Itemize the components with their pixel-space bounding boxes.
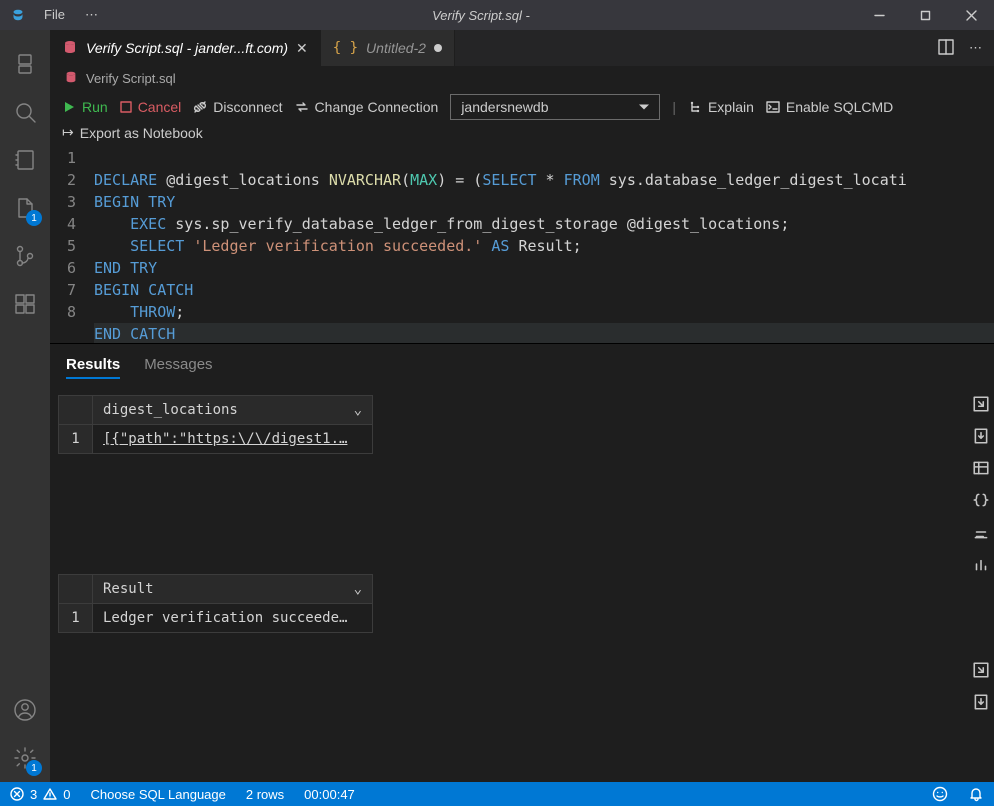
status-errors[interactable]: 3 0 bbox=[0, 787, 80, 802]
tab-untitled-2[interactable]: { } Untitled-2 bbox=[321, 30, 455, 66]
minimize-button[interactable] bbox=[856, 0, 902, 30]
title-bar: File ⋯ Verify Script.sql - bbox=[0, 0, 994, 30]
connections-icon[interactable] bbox=[0, 40, 50, 88]
tab-label: Verify Script.sql - jander...ft.com) bbox=[86, 40, 288, 56]
database-select[interactable]: jandersnewdb bbox=[450, 94, 660, 120]
dirty-dot-icon bbox=[434, 44, 442, 52]
breadcrumb: Verify Script.sql bbox=[50, 66, 994, 90]
row-number: 1 bbox=[59, 425, 93, 454]
chevron-down-icon[interactable]: ⌄ bbox=[354, 402, 362, 418]
change-connection-button[interactable]: Change Connection bbox=[295, 99, 439, 115]
settings-badge: 1 bbox=[26, 760, 42, 776]
explain-label: Explain bbox=[708, 99, 754, 115]
split-editor-icon[interactable] bbox=[937, 38, 955, 59]
activity-bar: 1 1 bbox=[0, 30, 50, 782]
tab-label: Untitled-2 bbox=[366, 40, 426, 56]
menu-more[interactable]: ⋯ bbox=[77, 3, 106, 27]
export-notebook-button[interactable]: ↦ Export as Notebook bbox=[62, 124, 203, 141]
save-excel-icon[interactable] bbox=[972, 459, 990, 477]
results-grid-1[interactable]: digest_locations⌄ 1 [{"path":"https:\/\/… bbox=[58, 395, 373, 454]
line-gutter: 1 2 3 4 5 6 7 8 bbox=[50, 147, 94, 343]
cancel-button[interactable]: Cancel bbox=[120, 99, 182, 115]
code-content[interactable]: DECLARE @digest_locations NVARCHAR(MAX) … bbox=[94, 147, 994, 343]
sql-toolbar: Run Cancel Disconnect Change Connection … bbox=[50, 90, 994, 124]
run-button[interactable]: Run bbox=[62, 99, 108, 115]
more-icon[interactable]: ⋯ bbox=[969, 40, 982, 56]
maximize-panel-icon[interactable] bbox=[972, 395, 990, 413]
table-row[interactable]: 1 [{"path":"https:\/\/digest1.… bbox=[59, 425, 373, 454]
code-editor[interactable]: 1 2 3 4 5 6 7 8 DECLARE @digest_location… bbox=[50, 147, 994, 343]
cell-value[interactable]: Ledger verification succeede… bbox=[93, 604, 373, 633]
search-icon[interactable] bbox=[0, 88, 50, 136]
row-number: 1 bbox=[59, 604, 93, 633]
save-csv-icon[interactable] bbox=[972, 693, 990, 711]
notifications-icon[interactable] bbox=[958, 786, 994, 802]
tab-verify-script[interactable]: Verify Script.sql - jander...ft.com) ✕ bbox=[50, 30, 321, 66]
column-header[interactable]: Result⌄ bbox=[93, 575, 373, 604]
column-header[interactable]: digest_locations⌄ bbox=[93, 396, 373, 425]
account-icon[interactable] bbox=[0, 686, 50, 734]
status-bar: 3 0 Choose SQL Language 2 rows 00:00:47 bbox=[0, 782, 994, 806]
feedback-icon[interactable] bbox=[922, 786, 958, 802]
rownum-header bbox=[59, 575, 93, 604]
save-csv-icon[interactable] bbox=[972, 427, 990, 445]
maximize-panel-icon[interactable] bbox=[972, 661, 990, 679]
status-rows: 2 rows bbox=[236, 787, 294, 802]
results-side-tools bbox=[972, 395, 990, 711]
status-time: 00:00:47 bbox=[294, 787, 365, 802]
explain-button[interactable]: Explain bbox=[688, 99, 754, 115]
enable-sqlcmd-button[interactable]: Enable SQLCMD bbox=[766, 99, 893, 115]
chevron-down-icon[interactable]: ⌄ bbox=[354, 581, 362, 597]
database-select-value: jandersnewdb bbox=[461, 99, 548, 115]
rownum-header bbox=[59, 396, 93, 425]
braces-icon: { } bbox=[333, 40, 358, 56]
change-connection-label: Change Connection bbox=[315, 99, 439, 115]
maximize-button[interactable] bbox=[902, 0, 948, 30]
table-row[interactable]: 1 Ledger verification succeede… bbox=[59, 604, 373, 633]
db-icon bbox=[64, 70, 78, 87]
visualize-icon[interactable] bbox=[972, 523, 990, 541]
db-icon bbox=[62, 39, 78, 58]
disconnect-label: Disconnect bbox=[213, 99, 282, 115]
breadcrumb-file[interactable]: Verify Script.sql bbox=[86, 71, 176, 86]
results-grid-2[interactable]: Result⌄ 1 Ledger verification succeede… bbox=[58, 574, 373, 633]
export-icon: ↦ bbox=[62, 124, 74, 141]
explorer-badge: 1 bbox=[26, 210, 42, 226]
menu-file[interactable]: File bbox=[36, 3, 73, 27]
tab-messages[interactable]: Messages bbox=[144, 352, 212, 379]
editor-tab-row: Verify Script.sql - jander...ft.com) ✕ {… bbox=[50, 30, 994, 66]
results-panel: Results Messages digest_locations⌄ 1 [{"… bbox=[50, 343, 994, 782]
tab-results[interactable]: Results bbox=[66, 352, 120, 379]
export-label: Export as Notebook bbox=[80, 125, 203, 141]
cell-value[interactable]: [{"path":"https:\/\/digest1.… bbox=[93, 425, 373, 454]
source-control-icon[interactable] bbox=[0, 232, 50, 280]
settings-icon[interactable]: 1 bbox=[0, 734, 50, 782]
notebook-icon[interactable] bbox=[0, 136, 50, 184]
close-icon[interactable]: ✕ bbox=[296, 40, 308, 57]
sqlcmd-label: Enable SQLCMD bbox=[786, 99, 893, 115]
extensions-icon[interactable] bbox=[0, 280, 50, 328]
disconnect-button[interactable]: Disconnect bbox=[193, 99, 282, 115]
explorer-icon[interactable]: 1 bbox=[0, 184, 50, 232]
app-icon bbox=[0, 6, 36, 24]
chart-icon[interactable] bbox=[972, 555, 990, 573]
run-label: Run bbox=[82, 99, 108, 115]
close-window-button[interactable] bbox=[948, 0, 994, 30]
window-title: Verify Script.sql - bbox=[106, 8, 856, 23]
cancel-label: Cancel bbox=[138, 99, 182, 115]
status-language[interactable]: Choose SQL Language bbox=[80, 787, 235, 802]
save-json-icon[interactable] bbox=[972, 491, 990, 509]
